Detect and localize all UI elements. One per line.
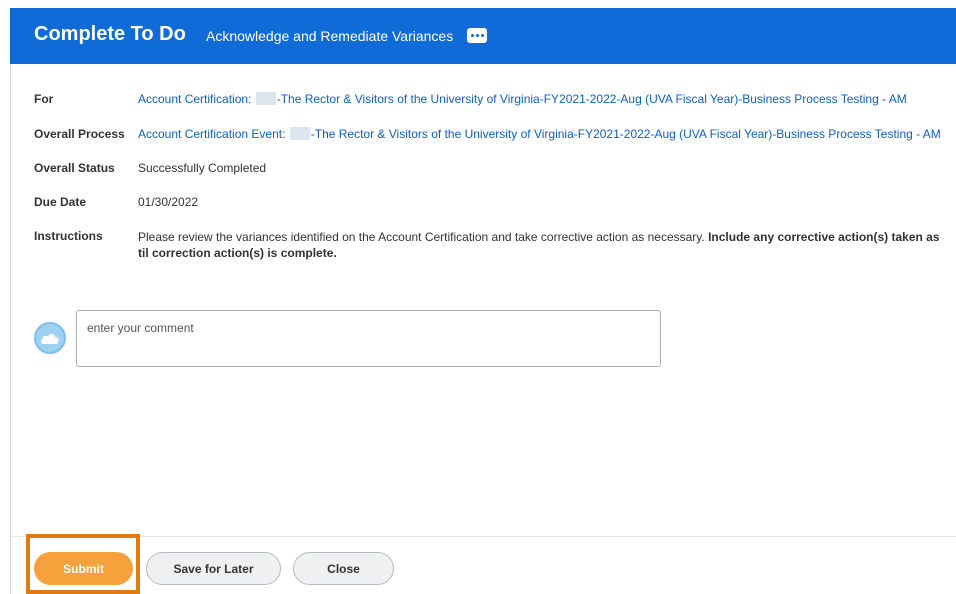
overall-status-value: Successfully Completed	[138, 161, 267, 175]
overall-status-label: Overall Status	[34, 161, 115, 175]
comment-input[interactable]	[76, 310, 661, 367]
page-title: Complete To Do	[34, 23, 186, 45]
cloud-avatar-icon	[34, 322, 66, 354]
account-certification-event-link[interactable]: Account Certification Event: -The Rector…	[138, 127, 941, 141]
account-certification-link[interactable]: Account Certification: -The Rector & Vis…	[138, 92, 907, 106]
redacted-text	[255, 92, 276, 105]
page-subtitle: Acknowledge and Remediate Variances	[206, 28, 454, 44]
ellipsis-icon[interactable]	[467, 28, 487, 43]
overall-process-label: Overall Process	[34, 127, 125, 141]
redacted-text	[289, 127, 310, 140]
save-for-later-button[interactable]: Save for Later	[146, 552, 281, 585]
due-date-label: Due Date	[34, 195, 87, 209]
due-date-value: 01/30/2022	[138, 195, 199, 209]
for-label: For	[34, 92, 54, 106]
for-value[interactable]: Account Certification: -The Rector & Vis…	[138, 92, 907, 106]
instructions-text: Please review the variances identified o…	[138, 230, 940, 260]
overall-process-value[interactable]: Account Certification Event: -The Rector…	[138, 127, 941, 141]
page-header: Complete To Do Acknowledge and Remediate…	[10, 8, 956, 64]
instructions-label: Instructions	[34, 229, 103, 243]
footer-divider	[10, 536, 956, 537]
submit-button[interactable]: Submit	[34, 552, 133, 585]
close-button[interactable]: Close	[293, 552, 394, 585]
